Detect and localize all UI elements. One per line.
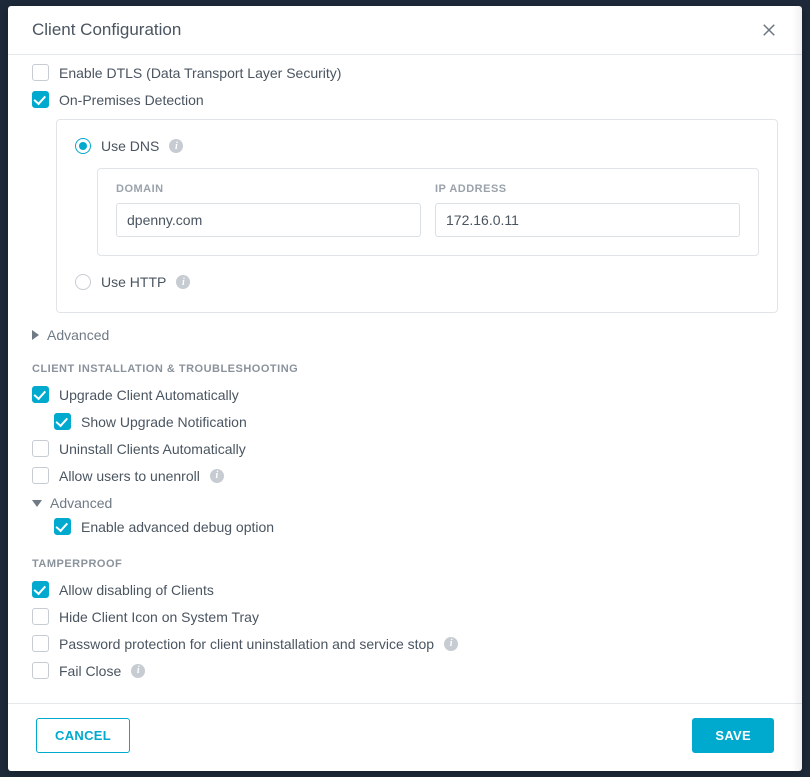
uninstall-auto-checkbox[interactable] (32, 440, 49, 457)
chevron-right-icon (32, 330, 39, 340)
fail-close-row: Fail Close i (32, 657, 778, 684)
advanced-toggle-1[interactable]: Advanced (32, 321, 778, 345)
domain-field: DOMAIN (116, 183, 421, 237)
advanced-toggle-2[interactable]: Advanced (32, 489, 778, 513)
upgrade-auto-row: Upgrade Client Automatically (32, 381, 778, 408)
ip-input[interactable] (435, 203, 740, 237)
ip-field: IP ADDRESS (435, 183, 740, 237)
section-tamper-header: TAMPERPROOF (32, 540, 778, 576)
pw-protect-info-icon[interactable]: i (444, 637, 458, 651)
hide-tray-checkbox[interactable] (32, 608, 49, 625)
chevron-down-icon (32, 500, 42, 507)
scrollbar-hint (792, 6, 802, 771)
show-upgrade-checkbox[interactable] (54, 413, 71, 430)
uninstall-auto-row: Uninstall Clients Automatically (32, 435, 778, 462)
upgrade-auto-checkbox[interactable] (32, 386, 49, 403)
upgrade-auto-label: Upgrade Client Automatically (59, 387, 239, 403)
enable-debug-label: Enable advanced debug option (81, 519, 274, 535)
enable-debug-row: Enable advanced debug option (54, 513, 778, 540)
hide-tray-label: Hide Client Icon on System Tray (59, 609, 259, 625)
domain-input[interactable] (116, 203, 421, 237)
uninstall-auto-label: Uninstall Clients Automatically (59, 441, 246, 457)
allow-disable-checkbox[interactable] (32, 581, 49, 598)
on-prem-panel: Use DNS i DOMAIN IP ADDRESS Use H (56, 119, 778, 313)
pw-protect-checkbox[interactable] (32, 635, 49, 652)
pw-protect-label: Password protection for client uninstall… (59, 636, 434, 652)
show-upgrade-row: Show Upgrade Notification (54, 408, 778, 435)
use-dns-info-icon[interactable]: i (169, 139, 183, 153)
fail-close-label: Fail Close (59, 663, 121, 679)
enable-dtls-label: Enable DTLS (Data Transport Layer Securi… (59, 65, 341, 81)
use-http-row: Use HTTP i (75, 270, 759, 294)
allow-disable-row: Allow disabling of Clients (32, 576, 778, 603)
dialog-header: Client Configuration (8, 6, 802, 55)
close-icon[interactable] (760, 21, 778, 39)
dialog-title: Client Configuration (32, 20, 181, 40)
dialog-footer: CANCEL SAVE (8, 703, 802, 771)
dialog-body: Enable DTLS (Data Transport Layer Securi… (8, 55, 802, 703)
use-dns-row: Use DNS i (75, 134, 759, 158)
advanced-label-1: Advanced (47, 327, 109, 343)
use-dns-radio[interactable] (75, 138, 91, 154)
on-prem-row: On-Premises Detection (32, 86, 778, 113)
fail-close-info-icon[interactable]: i (131, 664, 145, 678)
show-upgrade-label: Show Upgrade Notification (81, 414, 247, 430)
fail-close-checkbox[interactable] (32, 662, 49, 679)
allow-unenroll-info-icon[interactable]: i (210, 469, 224, 483)
section-install-header: CLIENT INSTALLATION & TROUBLESHOOTING (32, 345, 778, 381)
client-config-dialog: Client Configuration Enable DTLS (Data T… (8, 6, 802, 771)
ip-label: IP ADDRESS (435, 183, 740, 195)
use-http-label: Use HTTP (101, 274, 166, 290)
pw-protect-row: Password protection for client uninstall… (32, 630, 778, 657)
cancel-button[interactable]: CANCEL (36, 718, 130, 753)
on-prem-label: On-Premises Detection (59, 92, 204, 108)
use-dns-label: Use DNS (101, 138, 159, 154)
save-button[interactable]: SAVE (692, 718, 774, 753)
dns-subpanel: DOMAIN IP ADDRESS (97, 168, 759, 256)
enable-dtls-checkbox[interactable] (32, 64, 49, 81)
hide-tray-row: Hide Client Icon on System Tray (32, 603, 778, 630)
advanced-label-2: Advanced (50, 495, 112, 511)
use-http-info-icon[interactable]: i (176, 275, 190, 289)
on-prem-checkbox[interactable] (32, 91, 49, 108)
enable-dtls-row: Enable DTLS (Data Transport Layer Securi… (32, 59, 778, 86)
allow-unenroll-checkbox[interactable] (32, 467, 49, 484)
enable-debug-checkbox[interactable] (54, 518, 71, 535)
allow-disable-label: Allow disabling of Clients (59, 582, 214, 598)
allow-unenroll-label: Allow users to unenroll (59, 468, 200, 484)
use-http-radio[interactable] (75, 274, 91, 290)
domain-label: DOMAIN (116, 183, 421, 195)
allow-unenroll-row: Allow users to unenroll i (32, 462, 778, 489)
